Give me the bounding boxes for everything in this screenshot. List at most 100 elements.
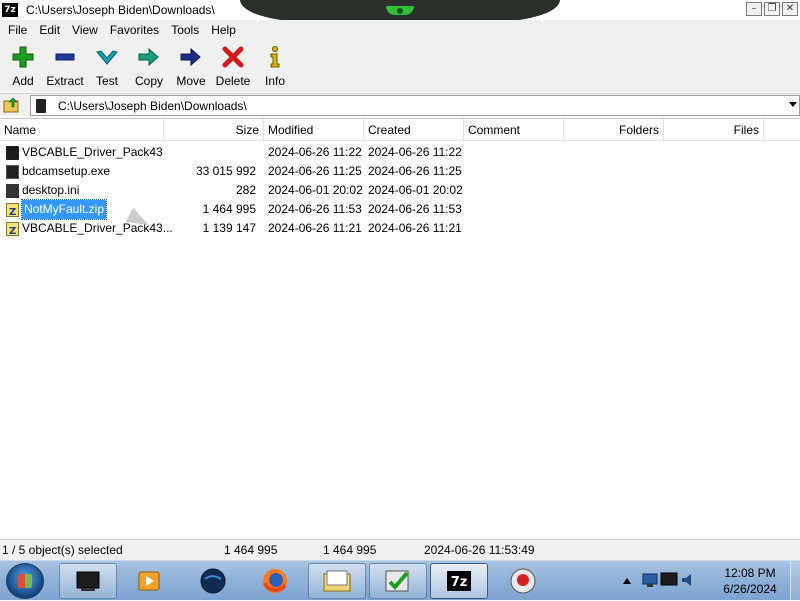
status-bar: 1 / 5 object(s) selected 1 464 995 1 464… xyxy=(0,539,800,560)
add-label: Add xyxy=(12,74,34,88)
taskbar: 7z 12:08 PM 6/26/2024 xyxy=(0,560,800,601)
file-modified: 2024-06-26 11:22 xyxy=(268,145,362,159)
address-bar: C:\Users\Joseph Biden\Downloads\ xyxy=(0,93,800,116)
file-modified: 2024-06-26 11:53 xyxy=(268,202,362,216)
title-bar: 7z C:\Users\Joseph Biden\Downloads\ – ❐ … xyxy=(0,0,800,22)
menu-edit[interactable]: Edit xyxy=(33,20,66,40)
file-created: 2024-06-26 11:25 xyxy=(368,164,462,178)
system-clock[interactable]: 12:08 PM 6/26/2024 xyxy=(716,565,784,597)
taskbar-task-button[interactable] xyxy=(369,563,427,599)
delete-label: Delete xyxy=(215,74,251,88)
zip-icon xyxy=(6,202,19,222)
taskbar-explorer-button[interactable] xyxy=(308,563,366,599)
copy-icon xyxy=(136,44,162,70)
extract-label: Extract xyxy=(46,74,84,88)
menu-tools[interactable]: Tools xyxy=(165,20,205,40)
file-size: 1 139 147 xyxy=(202,221,256,235)
clock-time: 12:08 PM xyxy=(724,566,776,580)
drive-icon xyxy=(36,98,46,113)
copy-button[interactable]: Copy xyxy=(128,40,170,90)
column-name[interactable]: Name xyxy=(0,119,164,141)
delete-button[interactable]: Delete xyxy=(212,40,254,90)
status-size: 1 464 995 xyxy=(224,543,278,557)
add-button[interactable]: Add xyxy=(2,40,44,90)
task-check-icon xyxy=(385,570,409,592)
zip-icon xyxy=(6,221,19,241)
column-comment[interactable]: Comment xyxy=(464,119,564,141)
firefox-icon xyxy=(263,569,287,593)
column-folders[interactable]: Folders xyxy=(564,119,664,141)
restore-button[interactable]: ❐ xyxy=(764,2,780,16)
window-icon xyxy=(76,571,100,591)
file-created: 2024-06-01 20:02 xyxy=(368,183,463,197)
file-created: 2024-06-26 11:53 xyxy=(368,202,462,216)
taskbar-window-button[interactable] xyxy=(59,563,117,599)
info-button[interactable]: Info xyxy=(254,40,296,90)
file-name: VBCABLE_Driver_Pack43 xyxy=(22,145,163,159)
extract-icon xyxy=(52,44,78,70)
file-name: bdcamsetup.exe xyxy=(22,164,111,178)
column-modified[interactable]: Modified xyxy=(264,119,364,141)
file-created: 2024-06-26 11:21 xyxy=(368,221,462,235)
chevron-down-icon[interactable] xyxy=(789,102,797,107)
file-created: 2024-06-26 11:22 xyxy=(368,145,462,159)
status-packed-size: 1 464 995 xyxy=(323,543,377,557)
column-files[interactable]: Files xyxy=(664,119,764,141)
file-modified: 2024-06-26 11:25 xyxy=(268,164,362,178)
show-desktop-button[interactable] xyxy=(790,561,800,601)
exe-icon xyxy=(6,164,19,179)
monitor-icon xyxy=(660,572,678,586)
test-button[interactable]: Test xyxy=(86,40,128,90)
clock-date: 6/26/2024 xyxy=(723,582,777,596)
browser-icon xyxy=(200,568,226,594)
info-label: Info xyxy=(264,74,285,88)
status-date: 2024-06-26 11:53:49 xyxy=(424,543,535,557)
show-hidden-icons-icon[interactable] xyxy=(623,578,631,584)
status-selection: 1 / 5 object(s) selected xyxy=(2,543,123,557)
file-name: NotMyFault.zip xyxy=(20,199,108,220)
minimize-button[interactable]: – xyxy=(746,2,762,16)
taskbar-browser-button[interactable] xyxy=(184,563,242,599)
column-size[interactable]: Size xyxy=(164,119,264,141)
svg-text:7z: 7z xyxy=(451,575,468,590)
window-title: C:\Users\Joseph Biden\Downloads\ xyxy=(26,3,215,17)
table-row[interactable]: desktop.ini 282 2024-06-01 20:02 2024-06… xyxy=(0,181,800,200)
ini-file-icon xyxy=(6,183,19,198)
add-icon xyxy=(10,44,36,70)
folder-icon xyxy=(6,145,19,160)
file-size: 33 015 992 xyxy=(195,164,256,178)
7zip-app-icon: 7z xyxy=(2,3,18,17)
file-size: 1 464 995 xyxy=(202,202,256,216)
file-size: 282 xyxy=(235,183,256,197)
7zip-icon: 7z xyxy=(447,571,471,591)
move-button[interactable]: Move xyxy=(170,40,212,90)
media-player-icon xyxy=(138,571,160,591)
taskbar-record-button[interactable] xyxy=(494,563,552,599)
close-button[interactable]: ✕ xyxy=(782,2,798,16)
up-folder-button[interactable] xyxy=(2,96,22,114)
menu-file[interactable]: File xyxy=(2,20,33,40)
file-name: desktop.ini xyxy=(22,183,80,197)
file-size xyxy=(164,143,256,162)
menu-view[interactable]: View xyxy=(66,20,104,40)
file-modified: 2024-06-01 20:02 xyxy=(268,183,363,197)
table-row[interactable]: bdcamsetup.exe 33 015 992 2024-06-26 11:… xyxy=(0,162,800,181)
path-text: C:\Users\Joseph Biden\Downloads\ xyxy=(58,98,247,113)
table-row[interactable]: VBCABLE_Driver_Pack43 2024-06-26 11:22 2… xyxy=(0,143,800,162)
taskbar-media-player-button[interactable] xyxy=(120,563,178,599)
network-icon xyxy=(642,573,658,587)
menu-help[interactable]: Help xyxy=(205,20,242,40)
file-modified: 2024-06-26 11:21 xyxy=(268,221,362,235)
taskbar-7zip-button[interactable]: 7z xyxy=(430,563,488,599)
start-orb-icon[interactable] xyxy=(6,563,44,599)
column-created[interactable]: Created xyxy=(364,119,464,141)
extract-button[interactable]: Extract xyxy=(44,40,86,90)
explorer-icon xyxy=(323,570,351,592)
path-input[interactable]: C:\Users\Joseph Biden\Downloads\ xyxy=(30,95,800,116)
copy-label: Copy xyxy=(134,74,163,88)
table-row[interactable]: VBCABLE_Driver_Pack43... 1 139 147 2024-… xyxy=(0,219,800,241)
table-row-selected[interactable]: NotMyFault.zip 1 464 995 2024-06-26 11:5… xyxy=(0,199,800,222)
menu-favorites[interactable]: Favorites xyxy=(104,20,165,40)
taskbar-firefox-button[interactable] xyxy=(246,563,304,599)
menu-bar: File Edit View Favorites Tools Help xyxy=(0,20,800,40)
